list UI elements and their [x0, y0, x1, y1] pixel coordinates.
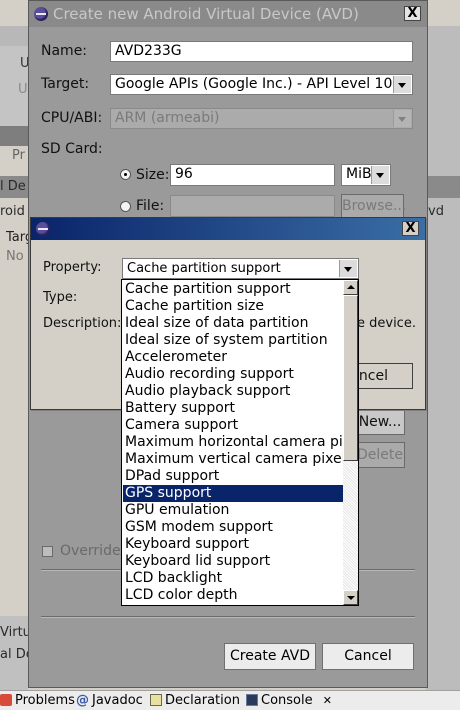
dropdown-option[interactable]: Camera support — [123, 417, 344, 434]
override-checkbox[interactable] — [42, 546, 53, 557]
dropdown-option[interactable]: LCD color depth — [123, 587, 344, 604]
close-button[interactable]: X — [404, 6, 421, 21]
name-field[interactable]: AVD233G — [110, 41, 413, 62]
property-cancel-label: ncel — [358, 368, 388, 384]
background-tabbar — [0, 126, 28, 146]
chevron-down-icon[interactable] — [371, 166, 389, 184]
size-label: Size: — [136, 167, 170, 183]
tab-console[interactable]: Console ✕ — [246, 693, 332, 709]
background-toolbar — [0, 26, 28, 46]
dropdown-option[interactable]: DPad support — [123, 468, 344, 485]
background-right-fragment: vd — [428, 204, 444, 219]
override-label: Override t — [60, 543, 131, 559]
sd-card-label: SD Card: — [41, 141, 103, 157]
background-title-fragment: l De — [0, 179, 26, 194]
background-right-strip — [426, 26, 460, 690]
type-label: Type: — [43, 290, 78, 305]
target-select[interactable]: Google APIs (Google Inc.) - API Level 10 — [110, 74, 413, 95]
dropdown-option[interactable]: GPU emulation — [123, 502, 344, 519]
tab-javadoc[interactable]: @ Javadoc — [76, 693, 143, 709]
dropdown-option[interactable]: Audio recording support — [123, 366, 344, 383]
dropdown-option[interactable]: Ideal size of system partition — [123, 332, 344, 349]
background-right-header — [426, 176, 460, 198]
close-button[interactable]: X — [402, 221, 419, 236]
at-icon: @ — [76, 693, 89, 708]
eclipse-icon — [36, 222, 50, 236]
target-value: Google APIs (Google Inc.) - API Level 10 — [115, 76, 393, 92]
scroll-thumb[interactable] — [343, 295, 358, 461]
dropdown-scrollbar[interactable] — [343, 280, 358, 605]
delete-button: Delete — [355, 442, 405, 468]
tab-declaration[interactable]: Declaration — [150, 693, 240, 709]
cancel-button[interactable]: Cancel — [322, 643, 414, 670]
new-button[interactable]: New... — [355, 409, 405, 435]
dropdown-option[interactable]: Cache partition size — [123, 298, 344, 315]
property-dialog-title-bar[interactable]: X — [31, 218, 425, 240]
cpu-abi-label: CPU/ABI: — [41, 110, 103, 126]
tab-console-label: Console — [261, 693, 313, 708]
property-label: Property: — [43, 260, 102, 275]
create-avd-button[interactable]: Create AVD — [224, 643, 316, 670]
description-label: Description: — [43, 316, 122, 331]
dropdown-option[interactable]: Keyboard lid support — [123, 553, 344, 570]
scroll-down-icon[interactable] — [343, 590, 358, 605]
chevron-down-icon[interactable] — [339, 260, 357, 277]
dropdown-option[interactable]: Keyboard support — [123, 536, 344, 553]
cpu-abi-value: ARM (armeabi) — [115, 110, 220, 126]
sd-size-field[interactable]: 96 — [170, 164, 335, 186]
dropdown-option[interactable]: Cache partition support — [123, 281, 344, 298]
tab-problems-label: Problems — [15, 693, 75, 708]
tab-problems[interactable]: Problems — [0, 693, 75, 709]
divider — [41, 616, 415, 618]
property-dropdown-list[interactable]: Cache partition support Cache partition s… — [121, 279, 359, 606]
cpu-abi-select: ARM (armeabi) — [110, 108, 413, 129]
chevron-down-icon[interactable] — [393, 76, 411, 93]
file-radio[interactable] — [120, 201, 131, 212]
dropdown-option[interactable]: GSM modem support — [123, 519, 344, 536]
browse-button: Browse... — [341, 194, 406, 218]
sd-unit-select[interactable]: MiB — [341, 164, 391, 186]
close-icon[interactable]: ✕ — [323, 694, 332, 707]
background-list-fragment: No — [6, 249, 24, 264]
dropdown-option[interactable]: Maximum vertical camera pixels — [123, 451, 344, 468]
scroll-up-icon[interactable] — [343, 280, 358, 295]
problems-icon — [0, 694, 12, 706]
background-menu-fragment: U — [18, 82, 28, 97]
declaration-icon — [150, 694, 162, 706]
property-value: Cache partition support — [127, 261, 281, 276]
dialog-title-bar[interactable]: Create new Android Virtual Device (AVD) … — [29, 1, 427, 27]
sd-file-field — [170, 195, 335, 217]
dropdown-option[interactable]: GPS support — [123, 485, 344, 502]
tab-declaration-label: Declaration — [165, 693, 240, 708]
bottom-view-tabs: Problems @ Javadoc Declaration Console ✕ — [0, 690, 460, 710]
background-lower-fragment: Virtu — [0, 625, 31, 640]
sd-unit-value: MiB — [346, 166, 372, 182]
dropdown-option[interactable]: Accelerometer — [123, 349, 344, 366]
tab-javadoc-label: Javadoc — [92, 693, 143, 708]
name-label: Name: — [41, 43, 88, 59]
background-tab-fragment: Pr — [12, 148, 25, 163]
eclipse-icon — [34, 7, 48, 21]
description-text: e device. — [357, 316, 416, 331]
file-label: File: — [136, 198, 165, 214]
dropdown-option[interactable]: Audio playback support — [123, 383, 344, 400]
console-icon — [246, 694, 258, 706]
property-select[interactable]: Cache partition support — [122, 258, 359, 279]
chevron-down-icon — [393, 110, 411, 127]
target-label: Target: — [41, 76, 90, 92]
size-radio[interactable] — [120, 169, 131, 180]
dialog-title: Create new Android Virtual Device (AVD) — [53, 5, 359, 23]
dropdown-option[interactable]: Maximum horizontal camera pixels — [123, 434, 344, 451]
dropdown-option[interactable]: Ideal size of data partition — [123, 315, 344, 332]
dropdown-option[interactable]: LCD backlight — [123, 570, 344, 587]
dropdown-option[interactable]: Battery support — [123, 400, 344, 417]
